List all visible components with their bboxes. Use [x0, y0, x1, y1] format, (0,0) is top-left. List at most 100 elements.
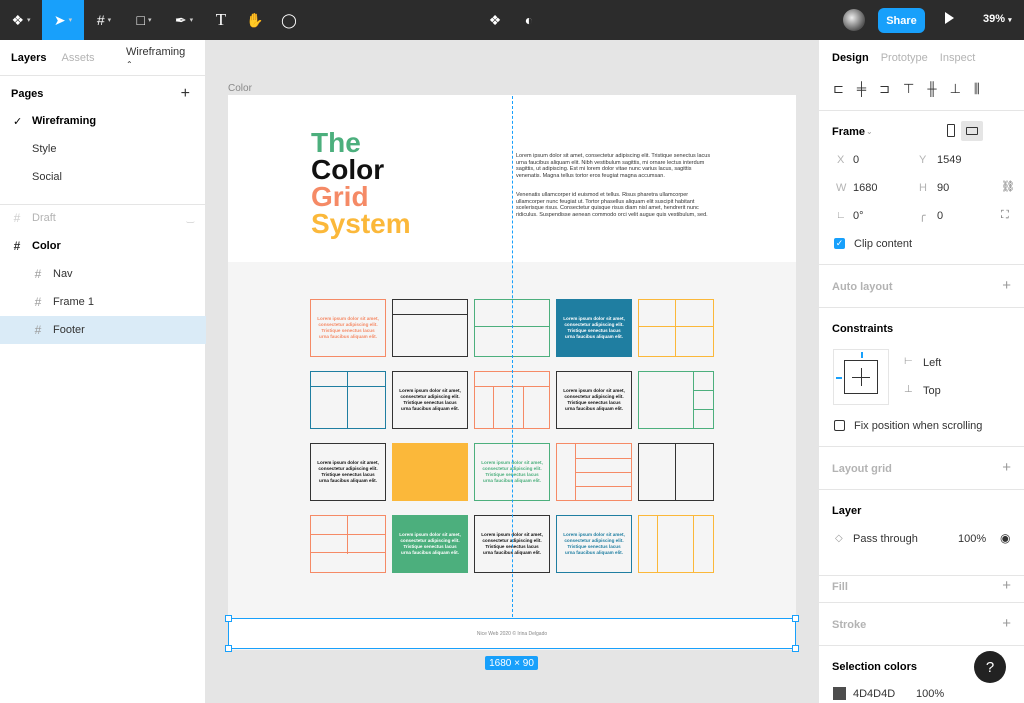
chevron-up-icon: ⌃	[126, 59, 133, 69]
frame-icon: #	[34, 295, 42, 309]
layer-opacity[interactable]: 100%	[958, 533, 986, 545]
align-bottom-icon[interactable]: ⊥	[950, 81, 961, 97]
grid-card	[310, 515, 386, 573]
paragraph-1: Lorem ipsum dolor sit amet, consectetur …	[516, 153, 711, 179]
portrait-icon[interactable]	[947, 124, 955, 137]
align-center-h-icon[interactable]: ╪	[857, 81, 866, 97]
tab-assets[interactable]: Assets	[61, 52, 94, 64]
contrast-icon[interactable]: ◐	[518, 0, 540, 40]
rotation-field[interactable]: 0°	[853, 210, 864, 222]
constraints-widget[interactable]	[833, 349, 889, 405]
layer-frame-1[interactable]: # Frame 1	[0, 288, 206, 316]
horizontal-constraint[interactable]: Left	[923, 357, 941, 369]
constraint-top[interactable]	[861, 352, 863, 358]
footer-text: Nice Web 2020 © Irina Delgado	[476, 631, 548, 637]
chevron-down-icon[interactable]: ⌄	[866, 127, 873, 136]
grid-card: Lorem ipsum dolor sit amet, consectetur …	[310, 299, 386, 357]
present-play-icon[interactable]	[945, 12, 954, 24]
layer-title: Layer	[832, 505, 862, 517]
page-dropdown-label: Wireframing	[126, 45, 186, 58]
page-label: Style	[32, 143, 57, 155]
pages-header: Pages +	[0, 80, 206, 108]
card-text: Lorem ipsum dolor sit amet, consectetur …	[563, 388, 625, 411]
landscape-icon	[966, 127, 978, 135]
hidden-eye-icon[interactable]: ‿	[187, 213, 194, 224]
w-field[interactable]: 1680	[853, 182, 877, 194]
add-layout-grid-icon[interactable]: +	[1002, 459, 1011, 476]
toolbar: ❖ ▾ ➤ ▾ # ▾ □ ▾ ✒ ▾ T ✋ ◯ ❖ ◐ Share 39% ▾	[0, 0, 1024, 40]
constraint-left[interactable]	[836, 377, 842, 379]
page-item-social[interactable]: Social	[0, 163, 206, 191]
color-opacity[interactable]: 100%	[916, 688, 944, 700]
frame-title[interactable]: Frame	[832, 126, 865, 138]
align-top-icon[interactable]: ⊤	[903, 81, 914, 97]
y-label: Y	[919, 154, 927, 166]
independent-corners-icon[interactable]: ⛶	[1001, 209, 1009, 222]
layer-nav[interactable]: # Nav	[0, 260, 206, 288]
hero-title: The Color Grid System	[311, 129, 411, 238]
hand-tool-icon[interactable]: ✋	[238, 0, 272, 40]
resize-handle[interactable]	[225, 615, 232, 622]
move-tool-icon[interactable]: ➤ ▾	[42, 0, 84, 40]
visibility-eye-icon[interactable]: ◉	[1000, 531, 1010, 545]
resize-handle[interactable]	[792, 645, 799, 652]
blend-mode-icon: ◇	[835, 533, 843, 544]
footer-selected[interactable]: Nice Web 2020 © Irina Delgado	[228, 618, 796, 649]
canvas[interactable]: Color The Color Grid System Lorem ipsum …	[206, 40, 818, 703]
constrain-proportions-icon[interactable]: ⛓	[1001, 180, 1015, 193]
frame-label[interactable]: Color	[228, 83, 252, 94]
card-text: Lorem ipsum dolor sit amet, consectetur …	[563, 532, 625, 555]
resize-handle[interactable]	[792, 615, 799, 622]
radius-field[interactable]: 0	[937, 210, 943, 222]
landscape-icon-bg[interactable]	[961, 121, 983, 141]
color-swatch[interactable]	[833, 687, 846, 700]
add-auto-layout-icon[interactable]: +	[1002, 277, 1011, 294]
tab-layers[interactable]: Layers	[11, 52, 46, 64]
tab-design[interactable]: Design	[832, 52, 869, 64]
shape-tool-icon[interactable]: □ ▾	[124, 0, 164, 40]
layer-draft[interactable]: # Draft ‿	[0, 204, 206, 232]
hero-line-2: Color	[311, 154, 385, 185]
page-item-style[interactable]: Style	[0, 135, 206, 163]
components-icon[interactable]: ❖	[484, 0, 506, 40]
vertical-constraint[interactable]: Top	[923, 385, 941, 397]
add-fill-icon[interactable]: +	[1002, 577, 1011, 594]
text-tool-icon[interactable]: T	[204, 0, 238, 40]
comment-tool-icon[interactable]: ◯	[272, 0, 306, 40]
help-button[interactable]: ?	[974, 651, 1006, 683]
layer-footer[interactable]: # Footer	[0, 316, 206, 344]
grid-card	[638, 443, 714, 501]
checkmark-icon: ✓	[13, 115, 23, 128]
layer-label: Nav	[53, 268, 73, 280]
y-field[interactable]: 1549	[937, 154, 961, 166]
add-page-icon[interactable]: +	[181, 85, 190, 103]
hero-line-3: Grid	[311, 181, 369, 212]
resize-handle[interactable]	[225, 645, 232, 652]
clip-content-checkbox[interactable]: ✓	[834, 238, 845, 249]
right-panel: Design Prototype Inspect ⊏ ╪ ⊐ ⊤ ╫ ⊥ ⫼ F…	[818, 40, 1024, 703]
blend-mode-dropdown[interactable]: Pass through	[853, 533, 918, 545]
pen-tool-icon[interactable]: ✒ ▾	[164, 0, 204, 40]
zoom-value: 39%	[983, 13, 1006, 25]
layer-color[interactable]: # Color	[0, 232, 206, 260]
distribute-icon[interactable]: ⫼	[974, 81, 980, 97]
align-right-icon[interactable]: ⊐	[879, 81, 890, 97]
fix-position-checkbox[interactable]	[834, 420, 845, 431]
color-hex[interactable]: 4D4D4D	[853, 688, 895, 700]
h-field[interactable]: 90	[937, 182, 949, 194]
frame-section: Frame ⌄ X 0 Y 1549 W 1680 H 90 ⛓ ∟ 0° ╭ …	[819, 110, 1024, 264]
tab-prototype[interactable]: Prototype	[881, 52, 928, 64]
x-field[interactable]: 0	[853, 154, 859, 166]
align-left-icon[interactable]: ⊏	[833, 81, 844, 97]
zoom-dropdown[interactable]: 39% ▾	[983, 13, 1012, 25]
add-stroke-icon[interactable]: +	[1002, 615, 1011, 632]
avatar[interactable]	[843, 9, 865, 31]
tab-inspect[interactable]: Inspect	[940, 52, 975, 64]
figma-menu-icon[interactable]: ❖ ▾	[0, 0, 42, 40]
grid-card: Lorem ipsum dolor sit amet, consectetur …	[310, 443, 386, 501]
share-button[interactable]: Share	[878, 8, 925, 33]
page-dropdown[interactable]: Wireframing ⌃	[126, 46, 200, 70]
frame-tool-icon[interactable]: # ▾	[84, 0, 124, 40]
page-item-wireframing[interactable]: ✓ Wireframing	[0, 107, 206, 135]
align-middle-v-icon[interactable]: ╫	[927, 81, 936, 97]
